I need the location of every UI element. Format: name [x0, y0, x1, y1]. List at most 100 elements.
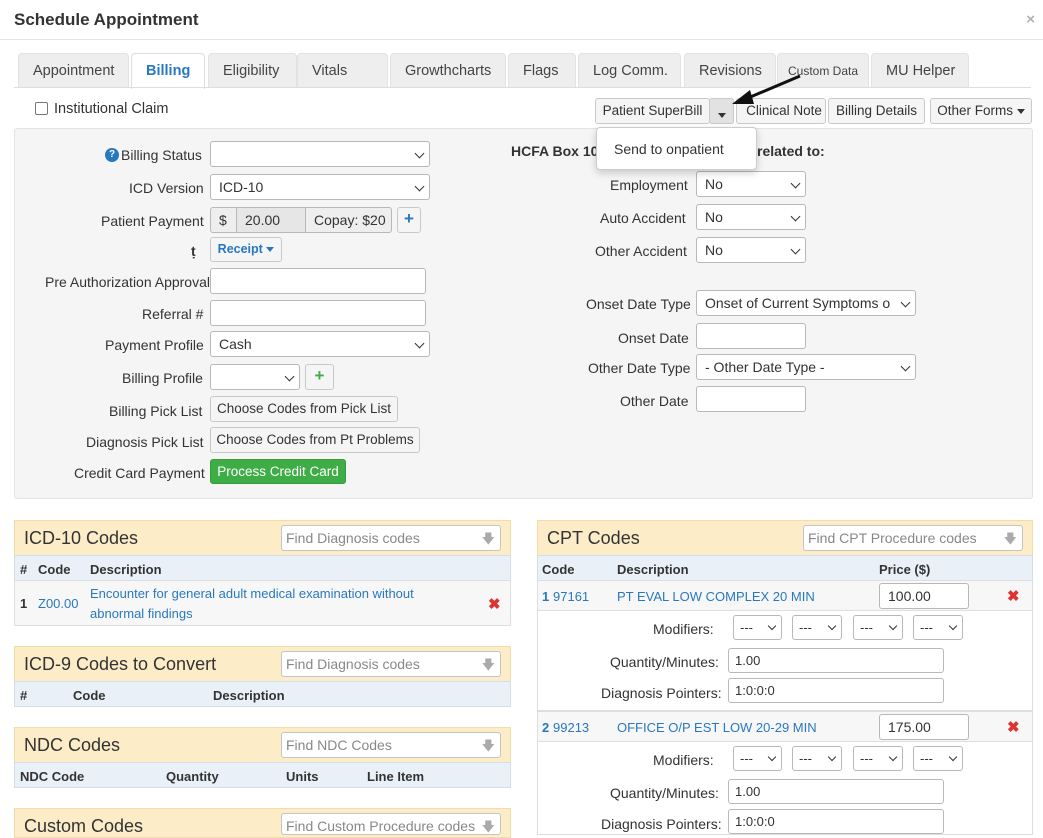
ndc-search-input[interactable]: Find NDC Codes 🡇 — [281, 732, 501, 758]
payment-profile-select[interactable]: Cash — [210, 331, 430, 357]
icd9-search-placeholder: Find Diagnosis codes — [286, 656, 420, 672]
icd9-title: ICD-9 Codes to Convert — [24, 654, 217, 674]
price-input[interactable]: 100.00 — [879, 583, 969, 609]
cpt-description-link[interactable]: OFFICE O/P EST LOW 20-29 MIN — [617, 720, 817, 735]
receipt-dropdown-button[interactable]: Receipt — [210, 237, 282, 262]
modifier-select-1[interactable]: --- — [733, 746, 782, 771]
auto-accident-value: No — [705, 209, 723, 225]
arrow-down-icon: 🡇 — [481, 531, 495, 546]
price-input[interactable]: 175.00 — [879, 714, 969, 740]
icd9-column-header: # Code Description — [14, 681, 511, 707]
modifier-value: --- — [860, 620, 873, 635]
quantity-label: Quantity/Minutes: — [610, 785, 719, 801]
icd10-column-header: # Code Description — [14, 555, 511, 581]
cpt-row: 2 99213 OFFICE O/P EST LOW 20-29 MIN 175… — [537, 711, 1033, 742]
icd-version-select[interactable]: ICD-10 — [210, 174, 430, 200]
billing-details-button[interactable]: Billing Details — [828, 98, 925, 124]
institutional-claim-checkbox[interactable] — [35, 102, 48, 115]
add-billing-profile-button[interactable]: + — [305, 364, 334, 390]
cpt-title: CPT Codes — [547, 528, 640, 548]
tab-mu-helper[interactable]: MU Helper — [871, 53, 969, 87]
custom-search-placeholder: Find Custom Procedure codes — [286, 818, 476, 834]
arrow-down-icon: 🡇 — [481, 819, 495, 834]
send-to-onpatient-menu-item[interactable]: Send to onpatient — [614, 141, 724, 157]
employment-select[interactable]: No — [696, 171, 806, 197]
tab-growthcharts[interactable]: Growthcharts — [390, 53, 506, 87]
icd-code-link[interactable]: Z00.00 — [38, 596, 78, 611]
icd10-title: ICD-10 Codes — [24, 528, 139, 548]
diagnosis-pick-list-label: Diagnosis Pick List — [86, 434, 204, 450]
tab-log-comm[interactable]: Log Comm. — [578, 53, 681, 87]
delete-x-icon[interactable]: ✖ — [1007, 718, 1020, 736]
choose-pt-problems-button[interactable]: Choose Codes from Pt Problems — [210, 427, 420, 453]
cpt-row-num: 2 — [542, 720, 550, 735]
chevron-down-icon — [790, 178, 801, 189]
choose-pick-list-button[interactable]: Choose Codes from Pick List — [210, 396, 398, 422]
other-forms-button[interactable]: Other Forms — [930, 98, 1032, 124]
custom-title: Custom Codes — [24, 816, 144, 836]
icd10-search-input[interactable]: Find Diagnosis codes 🡇 — [281, 525, 501, 551]
quantity-input[interactable]: 1.00 — [728, 779, 944, 804]
icd-description-link[interactable]: Encounter for general adult medical exam… — [90, 586, 414, 601]
close-icon[interactable]: × — [1026, 11, 1035, 28]
process-credit-card-button[interactable]: Process Credit Card — [210, 459, 346, 484]
question-circle-icon[interactable]: ? — [105, 148, 119, 162]
tab-billing[interactable]: Billing — [131, 53, 205, 89]
cpt-code-link[interactable]: 99213 — [553, 720, 589, 735]
tab-flags[interactable]: Flags — [508, 53, 576, 87]
modifier-select-3[interactable]: --- — [853, 746, 903, 771]
other-date-label: Other Date — [620, 393, 689, 409]
employment-value: No — [705, 176, 723, 192]
col-ndc-code: NDC Code — [20, 769, 85, 784]
referral-input[interactable] — [210, 300, 426, 326]
modifier-value: --- — [799, 751, 812, 766]
patient-payment-input[interactable]: 20.00 — [236, 207, 306, 233]
quantity-label: Quantity/Minutes: — [610, 654, 719, 670]
modifier-select-1[interactable]: --- — [733, 615, 782, 640]
icd10-search-placeholder: Find Diagnosis codes — [286, 530, 420, 546]
other-accident-value: No — [705, 242, 723, 258]
delete-x-icon[interactable]: ✖ — [1007, 587, 1020, 605]
onset-date-type-select[interactable]: Onset of Current Symptoms o — [696, 290, 916, 316]
custom-search-input[interactable]: Find Custom Procedure codes 🡇 — [281, 813, 501, 835]
tab-appointment[interactable]: Appointment — [18, 53, 129, 87]
arrow-down-icon: 🡇 — [481, 657, 495, 672]
delete-x-icon[interactable]: ✖ — [488, 595, 501, 613]
caret-down-icon — [266, 247, 275, 253]
modifier-select-2[interactable]: --- — [792, 746, 842, 771]
icd-description-link-cont[interactable]: abnormal findings — [90, 606, 193, 621]
tab-vitals[interactable]: Vitals — [297, 53, 388, 87]
modifier-select-3[interactable]: --- — [853, 615, 903, 640]
dialog-title: Schedule Appointment — [14, 10, 199, 29]
cpt-code-link[interactable]: 97161 — [553, 589, 589, 604]
cpt-search-input[interactable]: Find CPT Procedure codes 🡇 — [803, 525, 1023, 551]
billing-status-select[interactable] — [210, 141, 430, 167]
other-date-input[interactable] — [696, 386, 806, 412]
patient-superbill-button[interactable]: Patient SuperBill — [595, 98, 710, 124]
onset-date-label: Onset Date — [618, 330, 689, 346]
row-num: 1 — [20, 596, 28, 611]
tab-eligibility[interactable]: Eligibility — [208, 53, 297, 87]
billing-pick-list-label: Billing Pick List — [109, 403, 203, 419]
auto-accident-select[interactable]: No — [696, 204, 806, 230]
col-code: Code — [38, 562, 71, 577]
cpt-description-link[interactable]: PT EVAL LOW COMPLEX 20 MIN — [617, 589, 815, 604]
pointers-input[interactable]: 1:0:0:0 — [728, 809, 944, 834]
onset-date-input[interactable] — [696, 323, 806, 349]
quantity-input[interactable]: 1.00 — [728, 648, 944, 673]
pre-auth-input[interactable] — [210, 268, 426, 294]
modifier-select-2[interactable]: --- — [792, 615, 842, 640]
add-payment-button[interactable]: + — [397, 207, 421, 233]
modifiers-label: Modifiers: — [653, 621, 714, 637]
other-date-type-label: Other Date Type — [588, 360, 691, 376]
other-date-type-select[interactable]: - Other Date Type - — [696, 354, 916, 380]
other-accident-select[interactable]: No — [696, 237, 806, 263]
chevron-down-icon — [284, 371, 295, 382]
billing-profile-select[interactable] — [210, 364, 300, 390]
referral-label: Referral # — [142, 306, 204, 322]
receipt-label: Receipt — [217, 242, 263, 256]
modifier-select-4[interactable]: --- — [913, 615, 963, 640]
modifier-select-4[interactable]: --- — [913, 746, 963, 771]
pointers-input[interactable]: 1:0:0:0 — [728, 678, 944, 703]
icd9-search-input[interactable]: Find Diagnosis codes 🡇 — [281, 651, 501, 677]
